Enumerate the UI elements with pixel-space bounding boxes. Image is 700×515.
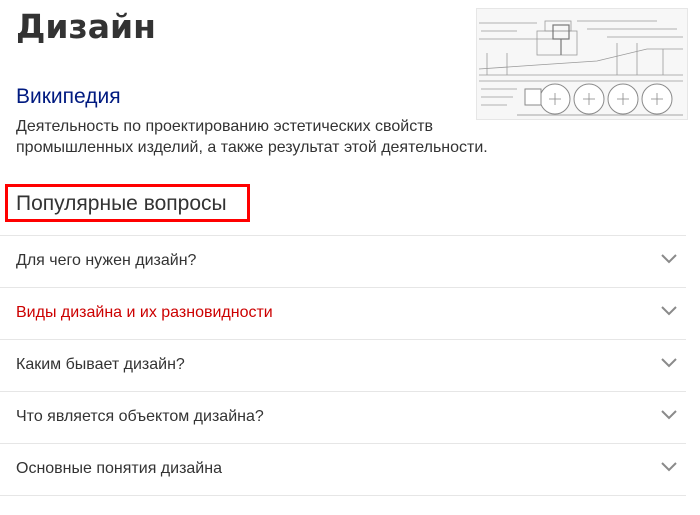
chevron-down-icon bbox=[661, 462, 677, 472]
faq-question: Виды дизайна и их разновидности bbox=[16, 304, 273, 321]
faq-question: Каким бывает дизайн? bbox=[16, 356, 185, 373]
chevron-down-icon bbox=[661, 358, 677, 368]
entity-image[interactable] bbox=[476, 8, 688, 120]
entity-card: Дизайн Википедия Деятельность по проекти… bbox=[0, 0, 700, 515]
popular-questions-heading: Популярные вопросы bbox=[16, 192, 227, 215]
faq-item[interactable]: Каким бывает дизайн? bbox=[0, 339, 686, 391]
faq-item[interactable]: Виды дизайна и их разновидности bbox=[0, 287, 686, 339]
faq-item[interactable]: Что является объектом дизайна? bbox=[0, 391, 686, 443]
chevron-down-icon bbox=[661, 410, 677, 420]
wikipedia-link[interactable]: Википедия bbox=[16, 83, 121, 111]
chevron-down-icon bbox=[661, 254, 677, 264]
entity-description: Деятельность по проектированию эстетичес… bbox=[16, 118, 488, 156]
faq-item[interactable]: Основные понятия дизайна bbox=[0, 443, 686, 496]
faq-item[interactable]: Для чего нужен дизайн? bbox=[0, 235, 686, 287]
locomotive-drawing-icon bbox=[478, 20, 683, 116]
faq-question: Для чего нужен дизайн? bbox=[16, 252, 197, 269]
entity-title: Дизайн bbox=[16, 7, 156, 46]
faq-question: Что является объектом дизайна? bbox=[16, 408, 264, 425]
chevron-down-icon bbox=[661, 306, 677, 316]
faq-question: Основные понятия дизайна bbox=[16, 460, 222, 477]
popular-questions-list: Для чего нужен дизайн? Виды дизайна и их… bbox=[0, 235, 686, 496]
